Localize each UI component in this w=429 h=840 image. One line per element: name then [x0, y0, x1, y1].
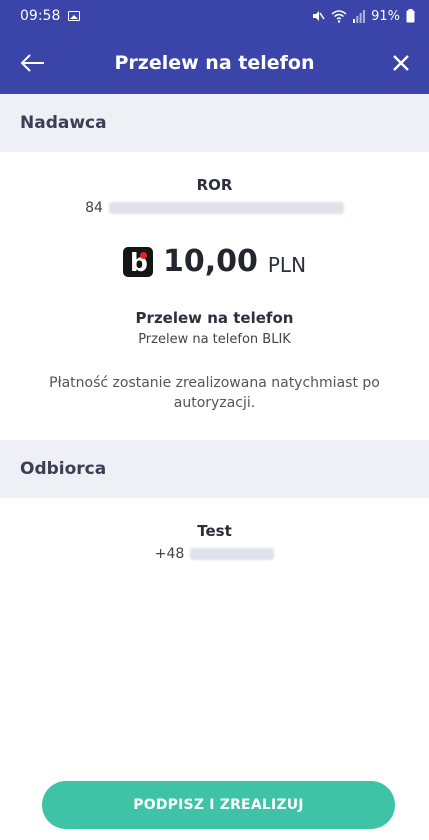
app-bar: Przelew na telefon: [0, 32, 429, 94]
mute-icon: [313, 11, 325, 21]
battery-percentage: 91%: [371, 8, 400, 24]
amount-currency: PLN: [267, 252, 307, 277]
recipient-details: Test +48: [0, 498, 429, 562]
account-number-redacted: [108, 202, 344, 214]
back-arrow-icon[interactable]: [18, 50, 46, 76]
submit-button-label: PODPISZ I ZREALIZUJ: [133, 797, 304, 813]
page-title: Przelew na telefon: [114, 52, 315, 74]
image-notification-icon: [68, 11, 81, 21]
account-name: ROR: [196, 176, 233, 194]
authorization-note: Płatność zostanie zrealizowana natychmia…: [49, 375, 380, 411]
sender-header-label: Nadawca: [20, 113, 107, 133]
amount-row: b 10,00 PLN: [0, 244, 429, 279]
transfer-type: Przelew na telefon Przelew na telefon BL…: [0, 309, 429, 347]
wifi-icon: [331, 10, 347, 23]
status-right: 91%: [311, 9, 415, 24]
battery-icon: [406, 9, 415, 23]
blik-logo-icon: b: [122, 246, 153, 277]
account-number-prefix: 84: [85, 200, 103, 216]
transfer-type-subtitle: Przelew na telefon BLIK: [138, 332, 291, 347]
close-icon[interactable]: [389, 51, 413, 75]
recipient-section-header: Odbiorca: [0, 440, 429, 498]
recipient-phone: +48: [0, 546, 429, 562]
phone-number-redacted: [190, 548, 275, 560]
sender-section-header: Nadawca: [0, 94, 429, 152]
transfer-type-title: Przelew na telefon: [135, 309, 294, 327]
account-number: 84: [0, 200, 429, 216]
status-time: 09:58: [20, 8, 61, 24]
phone-prefix: +48: [154, 546, 185, 562]
status-left: 09:58: [20, 8, 81, 24]
recipient-header-label: Odbiorca: [20, 459, 107, 479]
status-bar: 09:58 91%: [0, 0, 429, 32]
sender-details: ROR 84: [0, 152, 429, 216]
signal-icon: [353, 10, 365, 23]
recipient-name: Test: [197, 522, 232, 540]
sign-and-execute-button[interactable]: PODPISZ I ZREALIZUJ: [42, 781, 395, 829]
amount-value: 10,00: [162, 244, 258, 279]
